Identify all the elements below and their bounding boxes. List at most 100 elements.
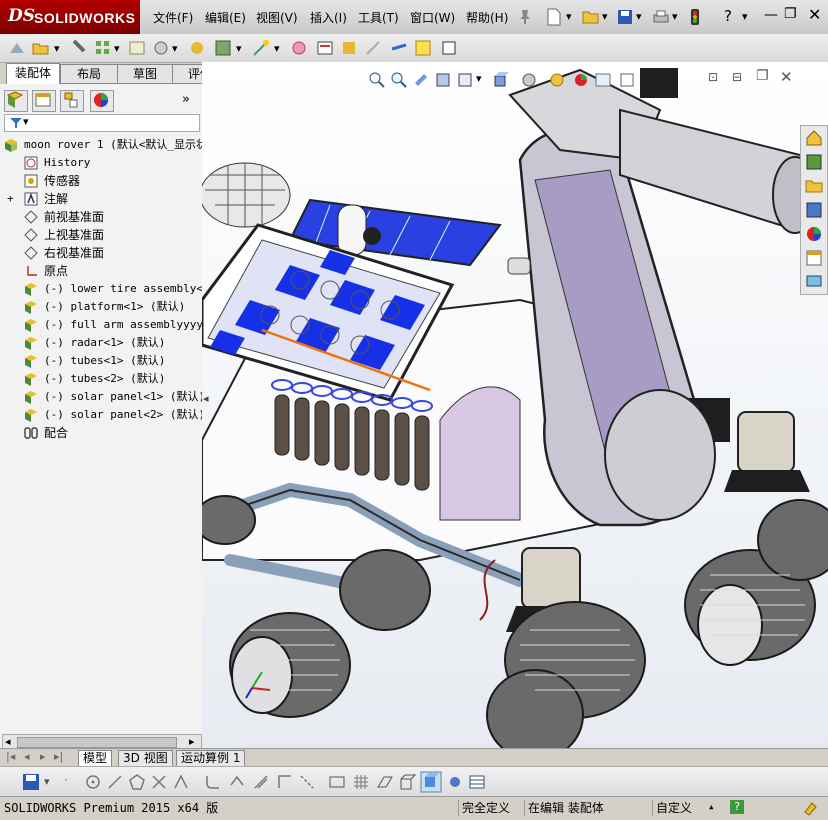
close-icon[interactable]: ✕: [808, 5, 821, 24]
custom-properties-icon[interactable]: [804, 248, 824, 268]
edit-appearance-icon[interactable]: [572, 71, 590, 89]
assembly-features-icon[interactable]: [214, 39, 232, 57]
rover-model-render[interactable]: [202, 62, 828, 748]
tree-item-top-plane[interactable]: 上视基准面: [0, 226, 202, 244]
tab-sketch[interactable]: 草图: [117, 64, 173, 84]
section-view-icon[interactable]: [434, 71, 452, 89]
features-dropdown-icon[interactable]: ▾: [236, 42, 242, 55]
tree-item-tubes-2[interactable]: (-) tubes<2> (默认): [0, 370, 202, 388]
line-icon[interactable]: [106, 773, 124, 791]
tree-item-platform[interactable]: (-) platform<1> (默认): [0, 298, 202, 316]
new-dropdown-icon[interactable]: ▾: [566, 10, 572, 23]
zoom-to-fit-icon[interactable]: [368, 71, 386, 89]
clearance-verification-icon[interactable]: [414, 39, 432, 57]
doc-close-icon[interactable]: ✕: [780, 68, 793, 86]
linear-pattern-icon[interactable]: [94, 39, 112, 57]
show-hidden-icon[interactable]: [188, 39, 206, 57]
smart-dimension-icon[interactable]: [228, 773, 246, 791]
menu-file[interactable]: 文件(F): [153, 9, 193, 26]
tab-motion-study[interactable]: 运动算例 1: [176, 750, 246, 767]
menu-tools[interactable]: 工具(T): [358, 9, 399, 26]
print-icon[interactable]: [652, 9, 670, 25]
tab-nav-prev-icon[interactable]: ◂: [24, 750, 30, 763]
status-units[interactable]: 自定义: [652, 800, 695, 816]
save-dropdown-icon[interactable]: ▾: [636, 10, 642, 23]
display-manager-tab[interactable]: [90, 90, 114, 112]
pattern-dropdown-icon[interactable]: ▾: [114, 42, 120, 55]
circle-icon[interactable]: [84, 773, 102, 791]
tree-item-radar[interactable]: (-) radar<1> (默认): [0, 334, 202, 352]
open-dropdown-icon[interactable]: ▾: [602, 10, 608, 23]
scroll-left-icon[interactable]: ◂: [5, 735, 11, 748]
view-dropdown-icon[interactable]: ▾: [476, 72, 482, 85]
explode-line-sketch-icon[interactable]: [364, 39, 382, 57]
tree-item-front-plane[interactable]: 前视基准面: [0, 208, 202, 226]
tree-filter-field[interactable]: ▾: [4, 114, 200, 132]
pin-icon[interactable]: [518, 9, 532, 25]
save-icon[interactable]: [617, 9, 633, 25]
tab-layout[interactable]: 布局: [60, 64, 118, 84]
open-folder-icon[interactable]: [582, 9, 600, 25]
scroll-thumb[interactable]: [17, 737, 177, 748]
menu-window[interactable]: 窗口(W): [410, 9, 455, 26]
table-icon[interactable]: [468, 773, 486, 791]
edit-component-icon[interactable]: [8, 39, 26, 57]
polygon-icon[interactable]: [128, 773, 146, 791]
tab-model[interactable]: 模型: [78, 750, 113, 767]
tab-3d-views[interactable]: 3D 视图: [118, 750, 173, 767]
move-component-icon[interactable]: [152, 39, 170, 57]
point-icon[interactable]: ·: [64, 773, 68, 787]
property-manager-tab[interactable]: [32, 90, 56, 112]
trim-icon[interactable]: [150, 773, 168, 791]
apply-scene-icon[interactable]: [594, 71, 612, 89]
scroll-right-icon[interactable]: ▸: [189, 735, 195, 748]
new-motion-study-icon[interactable]: [290, 39, 308, 57]
rebuild-status-icon[interactable]: [802, 800, 818, 816]
dynamic-annotation-icon[interactable]: [456, 71, 474, 89]
shaded-view-icon[interactable]: [420, 771, 442, 793]
reference-dropdown-icon[interactable]: ▾: [274, 42, 280, 55]
filter-dropdown-icon[interactable]: ▾: [23, 115, 29, 128]
design-library-icon[interactable]: [804, 152, 824, 172]
reference-geometry-icon[interactable]: [252, 39, 270, 57]
smart-fasteners-icon[interactable]: [128, 39, 146, 57]
previous-view-icon[interactable]: [412, 71, 430, 89]
menu-insert[interactable]: 插入(I): [310, 9, 347, 26]
tree-item-full-arm-assembly[interactable]: (-) full arm assemblyyyy<1: [0, 316, 202, 334]
menu-view[interactable]: 视图(V): [256, 9, 298, 26]
tree-item-mates[interactable]: 配合: [0, 424, 202, 442]
tile-icon[interactable]: ⊡: [708, 70, 718, 84]
panel-expand-icon[interactable]: »: [182, 92, 190, 107]
offset-icon[interactable]: [252, 773, 270, 791]
doc-restore-icon[interactable]: ❐: [756, 68, 769, 84]
tab-nav-last-icon[interactable]: ▸|: [54, 750, 63, 763]
file-explorer-icon[interactable]: [804, 176, 824, 196]
zoom-to-area-icon[interactable]: [390, 71, 408, 89]
configuration-manager-tab[interactable]: [60, 90, 84, 112]
view-orientation-icon[interactable]: [492, 71, 510, 89]
tree-item-history[interactable]: History: [0, 154, 202, 172]
solidworks-resources-icon[interactable]: [804, 128, 824, 148]
tab-nav-first-icon[interactable]: |◂: [6, 750, 15, 763]
menu-edit[interactable]: 编辑(E): [205, 9, 246, 26]
corner-rectangle-icon[interactable]: [276, 773, 294, 791]
bill-of-materials-icon[interactable]: [316, 39, 334, 57]
display-relations-icon[interactable]: [328, 773, 346, 791]
move-dropdown-icon[interactable]: ▾: [172, 42, 178, 55]
tree-item-tubes-1[interactable]: (-) tubes<1> (默认): [0, 352, 202, 370]
display-style-icon[interactable]: [520, 71, 538, 89]
tree-item-solar-panel-1[interactable]: (-) solar panel<1> (默认): [0, 388, 202, 406]
new-document-icon[interactable]: [546, 8, 562, 26]
forum-icon[interactable]: [804, 272, 824, 292]
graphics-area[interactable]: ▾ ⊡ ⊟ ❐ ✕: [202, 62, 828, 748]
view-palette-icon[interactable]: [804, 200, 824, 220]
appearances-icon[interactable]: [804, 224, 824, 244]
feature-manager-tab[interactable]: [4, 90, 28, 112]
quick-tips-help-icon[interactable]: ?: [730, 800, 744, 814]
mirror-icon[interactable]: [172, 773, 190, 791]
save-sketch-dropdown-icon[interactable]: ▾: [44, 775, 50, 788]
units-dropdown-icon[interactable]: ▴: [708, 800, 715, 813]
tree-item-lower-tire-assembly[interactable]: (-) lower tire assembly<1>: [0, 280, 202, 298]
tab-nav-next-icon[interactable]: ▸: [40, 750, 46, 763]
save-sketch-icon[interactable]: [22, 773, 40, 791]
